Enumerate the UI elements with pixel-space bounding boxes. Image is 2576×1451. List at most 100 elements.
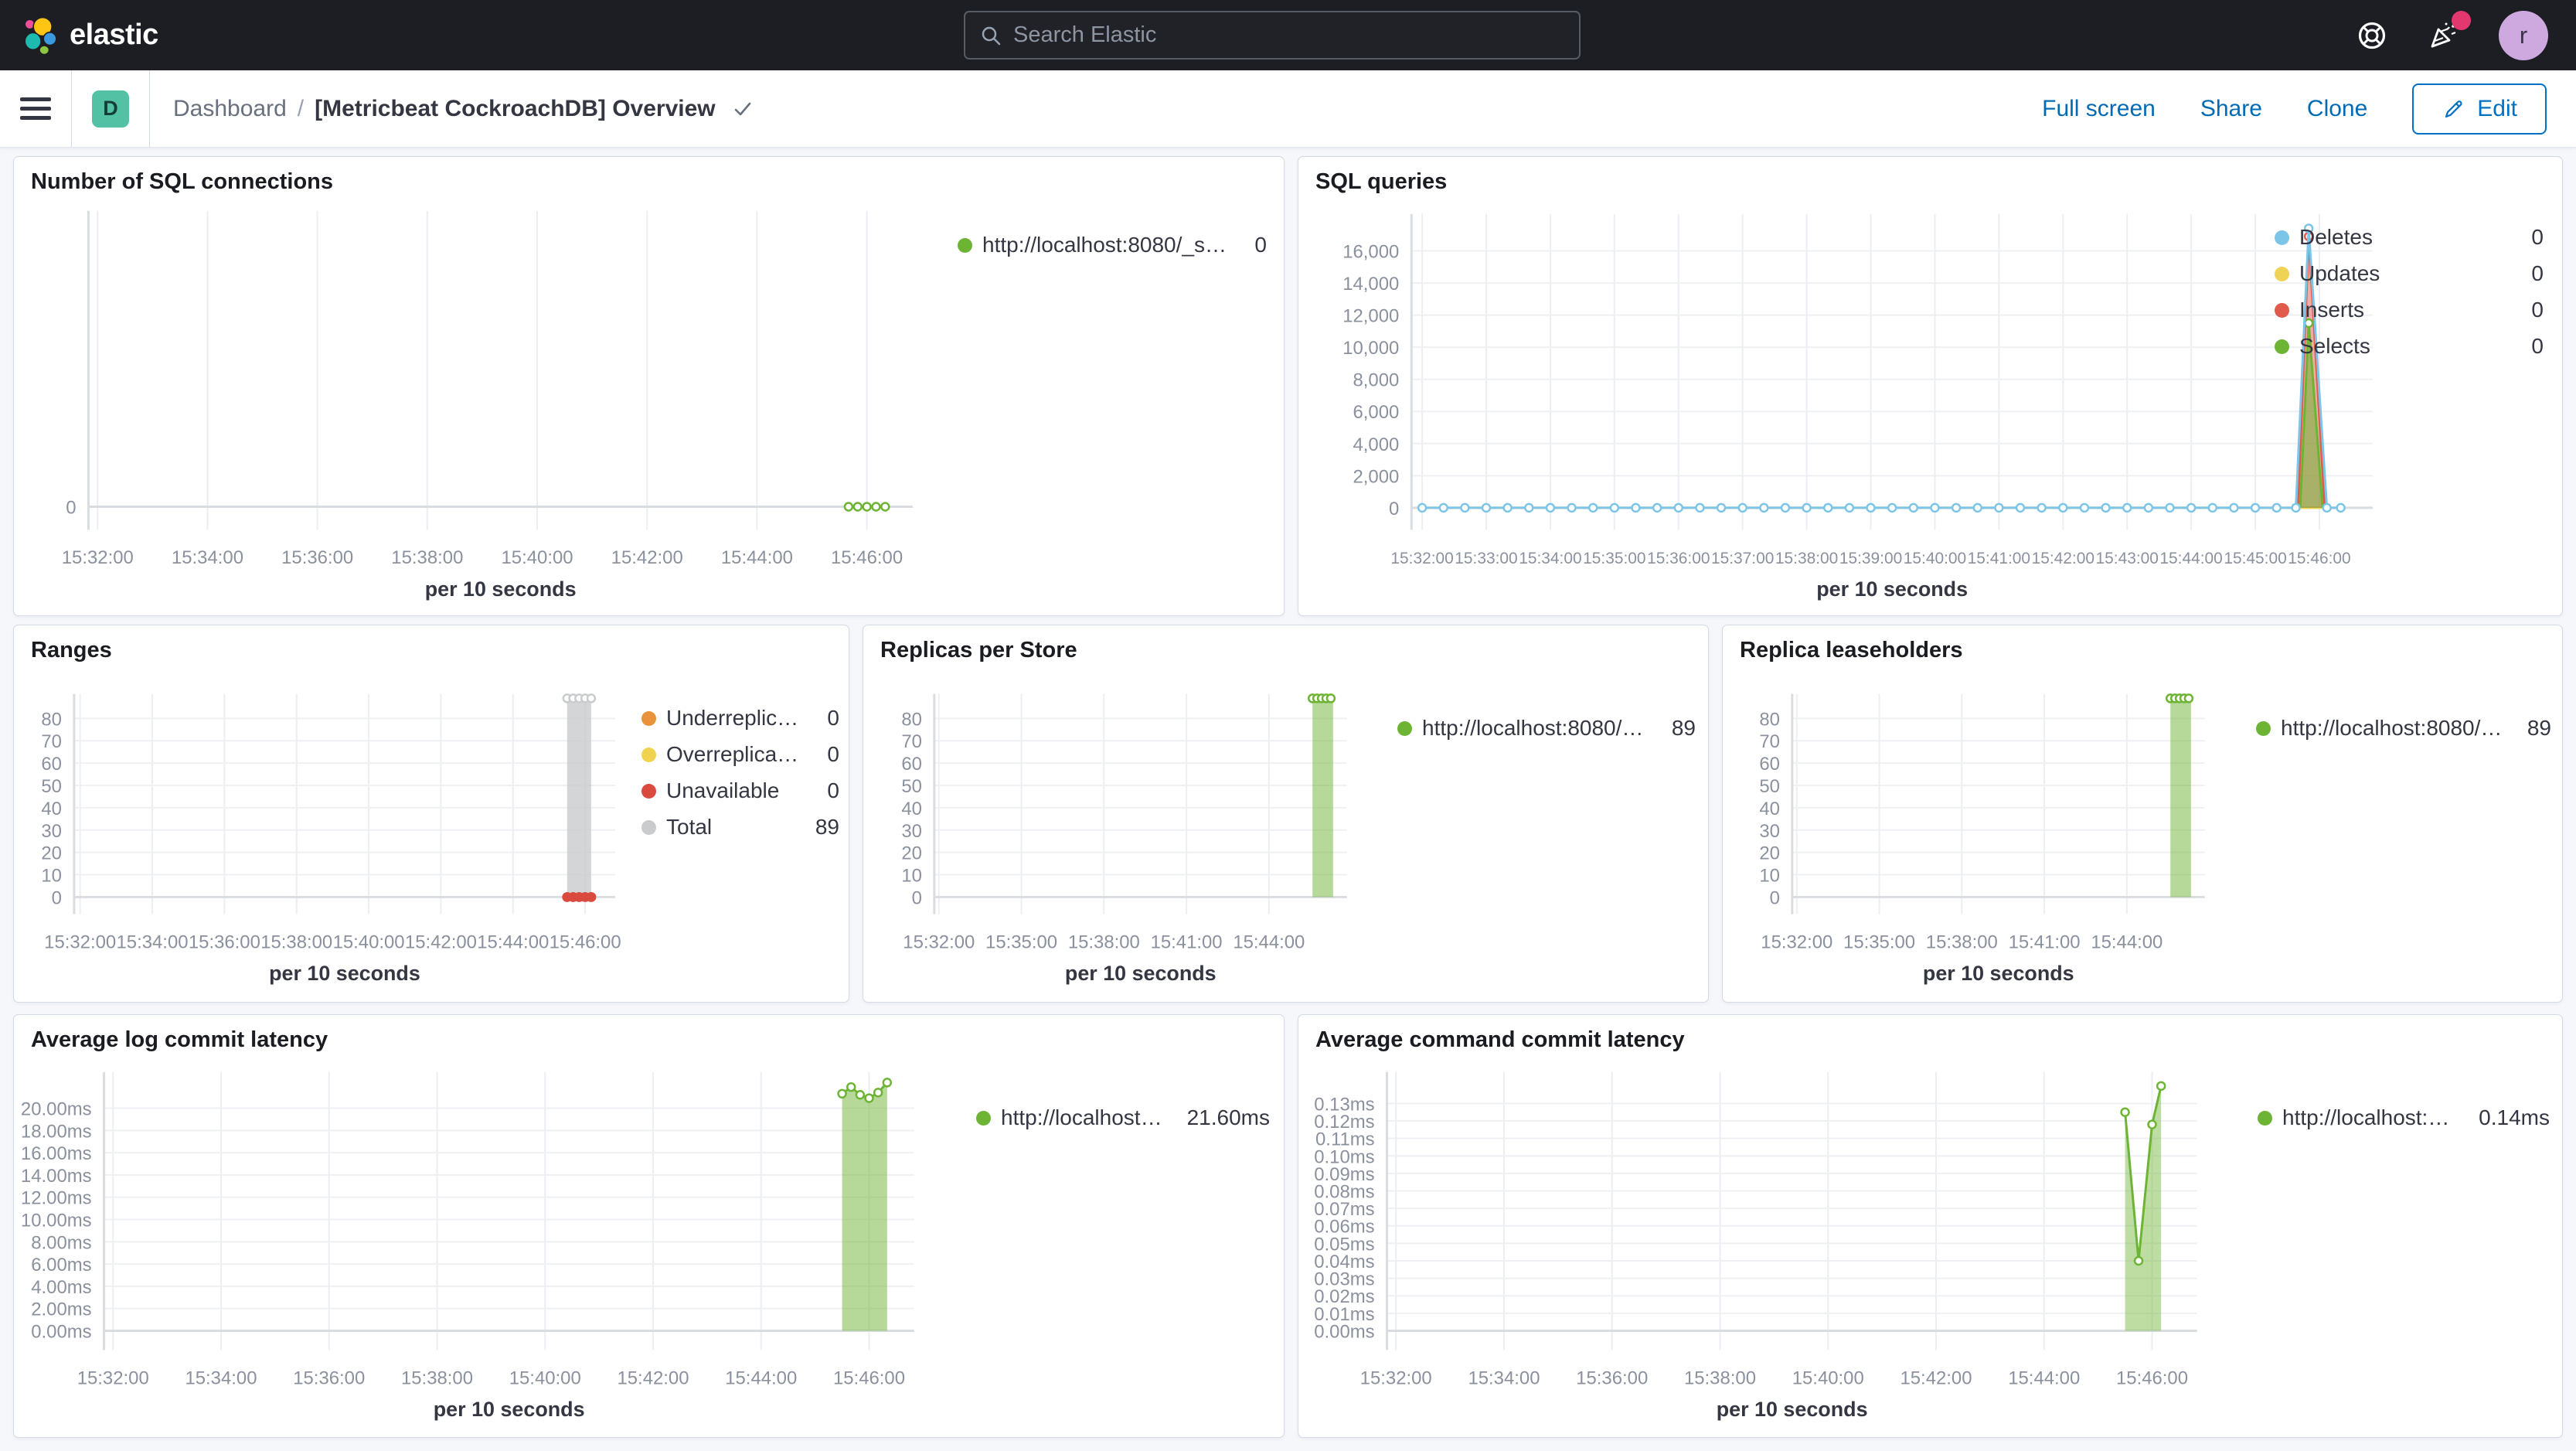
life-ring-icon — [2358, 22, 2386, 49]
notification-badge — [2452, 10, 2471, 30]
svg-text:0.00ms: 0.00ms — [31, 1321, 91, 1342]
svg-text:15:36:00: 15:36:00 — [1576, 1368, 1648, 1388]
svg-text:15:41:00: 15:41:00 — [1151, 932, 1223, 952]
svg-text:18.00ms: 18.00ms — [21, 1121, 92, 1142]
panel-avg-command-commit-latency: Average command commit latency 0.00ms 0.0… — [1298, 1014, 2563, 1438]
full-screen-button[interactable]: Full screen — [2042, 96, 2156, 122]
svg-text:15:38:00: 15:38:00 — [1926, 932, 1998, 952]
legend-item[interactable]: Deletes 0 — [2275, 225, 2544, 250]
share-button[interactable]: Share — [2200, 96, 2262, 122]
legend-label: Deletes — [2299, 225, 2373, 249]
legend-item[interactable]: http://localhost:8080/_stat... 0 — [958, 233, 1267, 257]
divider — [71, 70, 72, 147]
svg-text:40: 40 — [901, 799, 922, 819]
chart-number-of-sql-connections[interactable]: 0 15:32:00 15:34:00 15:36:00 15:38:00 15:40:0… — [14, 157, 1284, 615]
svg-text:15:36:00: 15:36:00 — [1647, 550, 1710, 567]
legend-label: http://localhost:8080/_sta... — [2281, 716, 2503, 740]
svg-text:15:46:00: 15:46:00 — [831, 547, 903, 568]
space-switcher[interactable]: D — [92, 90, 129, 128]
legend-item[interactable]: Updates 0 — [2275, 261, 2544, 286]
svg-text:20.00ms: 20.00ms — [21, 1098, 92, 1119]
svg-text:15:45:00: 15:45:00 — [2224, 550, 2286, 567]
svg-text:15:43:00: 15:43:00 — [2096, 550, 2159, 567]
svg-text:12,000: 12,000 — [1342, 306, 1399, 327]
help-button[interactable] — [2357, 20, 2387, 51]
svg-text:per 10 seconds: per 10 seconds — [269, 962, 420, 985]
legend-value: 0 — [1254, 233, 1267, 257]
svg-text:12.00ms: 12.00ms — [21, 1188, 92, 1209]
svg-text:0: 0 — [1389, 499, 1399, 519]
edit-button[interactable]: Edit — [2412, 83, 2547, 135]
svg-text:15:36:00: 15:36:00 — [281, 547, 353, 568]
chart-legend: http://localhost:808... 21.60ms — [976, 1105, 1270, 1142]
clone-button[interactable]: Clone — [2307, 96, 2367, 122]
breadcrumb: Dashboard / [Metricbeat CockroachDB] Ove… — [173, 96, 754, 122]
user-avatar[interactable]: r — [2499, 10, 2548, 60]
legend-item[interactable]: Unavailable 0 — [641, 778, 839, 803]
svg-text:15:40:00: 15:40:00 — [1904, 550, 1966, 567]
legend-item[interactable]: Total 89 — [641, 815, 839, 840]
legend-value: 0.14ms — [2479, 1105, 2550, 1129]
svg-text:0: 0 — [912, 887, 922, 908]
svg-text:40: 40 — [41, 799, 62, 819]
legend-value: 0 — [827, 742, 839, 766]
news-button[interactable] — [2426, 10, 2471, 53]
svg-text:15:44:00: 15:44:00 — [725, 1368, 797, 1388]
chart-legend: http://localhost:8080/_stat... 0 — [958, 233, 1267, 269]
svg-text:15:34:00: 15:34:00 — [172, 547, 243, 568]
svg-text:per 10 seconds: per 10 seconds — [1717, 1398, 1868, 1421]
svg-text:15:44:00: 15:44:00 — [2008, 1368, 2080, 1388]
svg-text:16,000: 16,000 — [1342, 241, 1399, 262]
legend-value: 0 — [2531, 334, 2544, 358]
search-input[interactable] — [1013, 22, 1565, 48]
chart-legend: http://localhost:8080... 0.14ms — [2258, 1105, 2550, 1142]
svg-text:15:44:00: 15:44:00 — [477, 932, 549, 952]
chart-legend: Deletes 0 Updates 0 Inserts 0 Selects 0 — [2275, 225, 2544, 370]
legend-swatch-icon — [2256, 720, 2271, 736]
chart-avg-command-commit-latency[interactable]: 0.00ms0.01ms0.02ms0.03ms0.04ms0.05ms0.06… — [1298, 1015, 2562, 1437]
legend-item[interactable]: Inserts 0 — [2275, 298, 2544, 322]
legend-item[interactable]: http://localhost:8080... 0.14ms — [2258, 1105, 2550, 1130]
svg-text:70: 70 — [901, 731, 922, 752]
svg-text:15:32:00: 15:32:00 — [903, 932, 975, 952]
chart-replica-leaseholders[interactable]: 01020304050607080 15:32:00 15:35:00 15:38:0… — [1723, 625, 2562, 1002]
svg-text:0.13ms: 0.13ms — [1314, 1094, 1374, 1115]
svg-text:14.00ms: 14.00ms — [21, 1166, 92, 1187]
panel-sql-queries: SQL queries 0 2,000 4,000 6,000 8,000 10,000 1… — [1298, 156, 2563, 616]
svg-text:15:32:00: 15:32:00 — [77, 1368, 149, 1388]
svg-text:15:34:00: 15:34:00 — [117, 932, 189, 952]
svg-text:8,000: 8,000 — [1353, 370, 1399, 391]
svg-text:15:40:00: 15:40:00 — [509, 1368, 581, 1388]
svg-text:60: 60 — [41, 754, 62, 775]
global-search-box — [964, 11, 1581, 60]
svg-text:15:34:00: 15:34:00 — [1468, 1368, 1540, 1388]
legend-label: http://localhost:8080/_stat... — [982, 233, 1231, 257]
chart-replicas-per-store[interactable]: 01020304050607080 15:32:00 15:35:00 15:38:0… — [863, 625, 1708, 1002]
legend-item[interactable]: http://localhost:8080/_sta... 89 — [1397, 716, 1696, 741]
panel-title: Average command commit latency — [1315, 1027, 1685, 1052]
top-header-bar: elastic Search Elastic r — [0, 0, 2576, 70]
svg-text:15:42:00: 15:42:00 — [617, 1368, 689, 1388]
legend-swatch-icon — [976, 1110, 991, 1126]
avatar-initial: r — [2519, 21, 2528, 49]
legend-item[interactable]: Underreplicated 0 — [641, 706, 839, 731]
menu-button[interactable] — [20, 94, 51, 123]
breadcrumb-dashboard-link[interactable]: Dashboard — [173, 96, 287, 122]
legend-value: 89 — [815, 815, 839, 839]
panel-title: Number of SQL connections — [31, 169, 334, 194]
svg-text:15:34:00: 15:34:00 — [185, 1368, 257, 1388]
svg-text:6.00ms: 6.00ms — [31, 1255, 91, 1276]
legend-item[interactable]: http://localhost:808... 21.60ms — [976, 1105, 1270, 1130]
legend-item[interactable]: Overreplicated 0 — [641, 742, 839, 767]
chart-avg-log-commit-latency[interactable]: 0.00ms2.00ms4.00ms6.00ms8.00ms10.00ms12.… — [14, 1015, 1284, 1437]
svg-text:20: 20 — [901, 843, 922, 864]
svg-text:10.00ms: 10.00ms — [21, 1210, 92, 1231]
legend-item[interactable]: Selects 0 — [2275, 334, 2544, 359]
legend-item[interactable]: http://localhost:8080/_sta... 89 — [2256, 716, 2551, 741]
svg-text:15:41:00: 15:41:00 — [2009, 932, 2081, 952]
svg-text:15:42:00: 15:42:00 — [405, 932, 477, 952]
breadcrumb-separator: / — [297, 95, 305, 121]
svg-text:15:42:00: 15:42:00 — [611, 547, 683, 568]
page-title: [Metricbeat CockroachDB] Overview — [315, 95, 716, 121]
elastic-brand[interactable]: elastic — [22, 16, 158, 55]
